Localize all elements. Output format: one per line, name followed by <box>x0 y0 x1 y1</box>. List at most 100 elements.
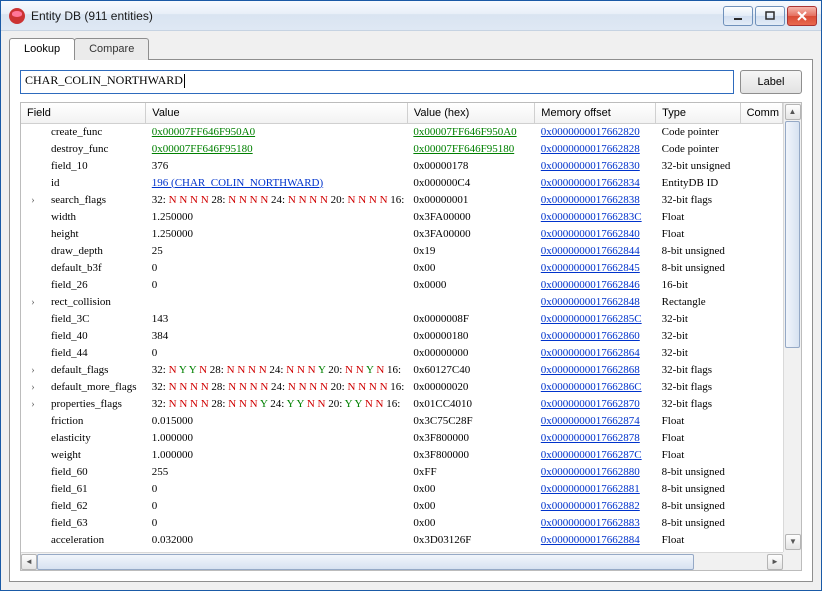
table-row[interactable]: field_6200x000x00000000176628828-bit uns… <box>21 497 783 514</box>
titlebar[interactable]: Entity DB (911 entities) <box>1 1 821 31</box>
type-cell: 8-bit unsigned <box>656 259 740 276</box>
maximize-button[interactable] <box>755 6 785 26</box>
table-row[interactable]: field_103760x000001780x00000000176628303… <box>21 157 783 174</box>
table-row[interactable]: id196 (CHAR_COLIN_NORTHWARD)0x000000C40x… <box>21 174 783 191</box>
table-row[interactable]: field_2600x00000x000000001766284616-bit <box>21 276 783 293</box>
field-cell: field_40 <box>21 327 146 344</box>
col-type-header[interactable]: Type <box>656 103 740 123</box>
mem-offset-cell[interactable]: 0x0000000017662820 <box>535 123 656 140</box>
mem-offset-cell[interactable]: 0x0000000017662884 <box>535 531 656 548</box>
mem-offset-cell[interactable]: 0x0000000017662846 <box>535 276 656 293</box>
table-row[interactable]: field_4400x000000000x000000001766286432-… <box>21 344 783 361</box>
field-cell: acceleration <box>21 531 146 548</box>
expand-icon[interactable]: › <box>27 398 39 410</box>
field-name: height <box>39 228 79 240</box>
mem-offset-cell[interactable]: 0x0000000017662864 <box>535 344 656 361</box>
table-row[interactable]: draw_depth250x190x00000000176628448-bit … <box>21 242 783 259</box>
field-cell: field_3C <box>21 310 146 327</box>
mem-offset-cell[interactable]: 0x000000001766286C <box>535 378 656 395</box>
col-mem-header[interactable]: Memory offset <box>535 103 656 123</box>
table-row[interactable]: friction0.0150000x3C75C28F0x000000001766… <box>21 412 783 429</box>
mem-offset-cell[interactable]: 0x000000001766283C <box>535 208 656 225</box>
table-row[interactable]: field_6300x000x00000000176628838-bit uns… <box>21 514 783 531</box>
table-row[interactable]: destroy_func 0x00007FF646F951800x00007FF6… <box>21 140 783 157</box>
mem-offset-cell[interactable]: 0x0000000017662882 <box>535 497 656 514</box>
table-row[interactable]: acceleration0.0320000x3D03126F0x00000000… <box>21 531 783 548</box>
mem-offset-cell[interactable]: 0x0000000017662870 <box>535 395 656 412</box>
expand-icon[interactable]: › <box>27 381 39 393</box>
vscroll-thumb[interactable] <box>785 121 800 348</box>
mem-offset-cell[interactable]: 0x0000000017662883 <box>535 514 656 531</box>
table-row[interactable]: field_3C1430x0000008F0x000000001766285C3… <box>21 310 783 327</box>
hex-cell[interactable]: 0x00007FF646F95180 <box>407 140 534 157</box>
expand-icon[interactable]: › <box>27 194 39 206</box>
table-row[interactable]: default_b3f00x000x00000000176628458-bit … <box>21 259 783 276</box>
mem-offset-cell[interactable]: 0x0000000017662838 <box>535 191 656 208</box>
table-row[interactable]: ›rect_collision0x0000000017662848Rectang… <box>21 293 783 310</box>
hscroll-track[interactable] <box>37 554 767 570</box>
field-cell: field_10 <box>21 157 146 174</box>
value-cell[interactable]: 0x00007FF646F950A0 <box>146 123 408 140</box>
hscroll-thumb[interactable] <box>37 554 694 570</box>
table-scroll[interactable]: Field Value Value (hex) Memory offset Ty… <box>21 103 783 552</box>
mem-offset-cell[interactable]: 0x0000000017662840 <box>535 225 656 242</box>
mem-offset-cell[interactable]: 0x0000000017662868 <box>535 361 656 378</box>
mem-offset-cell[interactable]: 0x000000001766285C <box>535 310 656 327</box>
col-value-header[interactable]: Value <box>146 103 408 123</box>
mem-offset-cell[interactable]: 0x0000000017662848 <box>535 293 656 310</box>
mem-offset-cell[interactable]: 0x0000000017662845 <box>535 259 656 276</box>
table-row[interactable]: height1.2500000x3FA000000x00000000176628… <box>21 225 783 242</box>
minimize-button[interactable] <box>723 6 753 26</box>
tab-compare[interactable]: Compare <box>74 38 149 60</box>
col-comm-header[interactable]: Comm <box>740 103 782 123</box>
hex-cell <box>407 293 534 310</box>
expand-icon[interactable]: › <box>27 364 39 376</box>
table-row[interactable]: width1.2500000x3FA000000x000000001766283… <box>21 208 783 225</box>
mem-offset-cell[interactable]: 0x0000000017662874 <box>535 412 656 429</box>
table-row[interactable]: ›default_more_flags32: N N N N 28: N N N… <box>21 378 783 395</box>
scroll-up-button[interactable]: ▲ <box>785 104 801 120</box>
close-button[interactable] <box>787 6 817 26</box>
table-row[interactable]: elasticity1.0000000x3F8000000x0000000017… <box>21 429 783 446</box>
label-button[interactable]: Label <box>740 70 802 94</box>
table-row[interactable]: field_403840x000001800x00000000176628603… <box>21 327 783 344</box>
comment-cell <box>740 310 782 327</box>
table-row[interactable]: field_6100x000x00000000176628818-bit uns… <box>21 480 783 497</box>
scroll-down-button[interactable]: ▼ <box>785 534 801 550</box>
hex-cell[interactable]: 0x00007FF646F950A0 <box>407 123 534 140</box>
value-cell[interactable]: 0x00007FF646F95180 <box>146 140 408 157</box>
mem-offset-cell[interactable]: 0x0000000017662828 <box>535 140 656 157</box>
mem-offset-cell[interactable]: 0x0000000017662830 <box>535 157 656 174</box>
table-row[interactable]: ›default_flags32: N Y Y N 28: N N N N 24… <box>21 361 783 378</box>
vertical-scrollbar[interactable]: ▲ ▼ <box>783 103 801 552</box>
col-field-header[interactable]: Field <box>21 103 146 123</box>
value-cell[interactable]: 196 (CHAR_COLIN_NORTHWARD) <box>146 174 408 191</box>
table-row[interactable]: field_602550xFF0x00000000176628808-bit u… <box>21 463 783 480</box>
tab-lookup[interactable]: Lookup <box>9 38 75 60</box>
scroll-left-button[interactable]: ◄ <box>21 554 37 570</box>
table-row[interactable]: weight1.0000000x3F8000000x00000000176628… <box>21 446 783 463</box>
table-row[interactable]: create_func0x00007FF646F950A00x00007FF64… <box>21 123 783 140</box>
mem-offset-cell[interactable]: 0x0000000017662844 <box>535 242 656 259</box>
mem-offset-cell[interactable]: 0x0000000017662834 <box>535 174 656 191</box>
comment-cell <box>740 446 782 463</box>
hex-cell: 0x19 <box>407 242 534 259</box>
hex-cell: 0x3C75C28F <box>407 412 534 429</box>
mem-offset-cell[interactable]: 0x0000000017662878 <box>535 429 656 446</box>
expand-icon[interactable]: › <box>27 296 39 308</box>
mem-offset-cell[interactable]: 0x0000000017662880 <box>535 463 656 480</box>
field-name: destroy_func <box>39 143 108 155</box>
mem-offset-cell[interactable]: 0x0000000017662881 <box>535 480 656 497</box>
scroll-right-button[interactable]: ► <box>767 554 783 570</box>
table-row[interactable]: ›properties_flags32: N N N N 28: N N N Y… <box>21 395 783 412</box>
search-row: CHAR_COLIN_NORTHWARD Label <box>20 70 802 94</box>
vscroll-track[interactable] <box>785 121 800 534</box>
col-hex-header[interactable]: Value (hex) <box>407 103 534 123</box>
horizontal-scrollbar[interactable]: ◄ ► <box>21 552 783 570</box>
mem-offset-cell[interactable]: 0x0000000017662860 <box>535 327 656 344</box>
mem-offset-cell[interactable]: 0x000000001766287C <box>535 446 656 463</box>
table-row[interactable]: ›search_flags32: N N N N 28: N N N N 24:… <box>21 191 783 208</box>
search-input[interactable]: CHAR_COLIN_NORTHWARD <box>20 70 734 94</box>
hex-cell: 0x3FA00000 <box>407 208 534 225</box>
type-cell: Float <box>656 429 740 446</box>
